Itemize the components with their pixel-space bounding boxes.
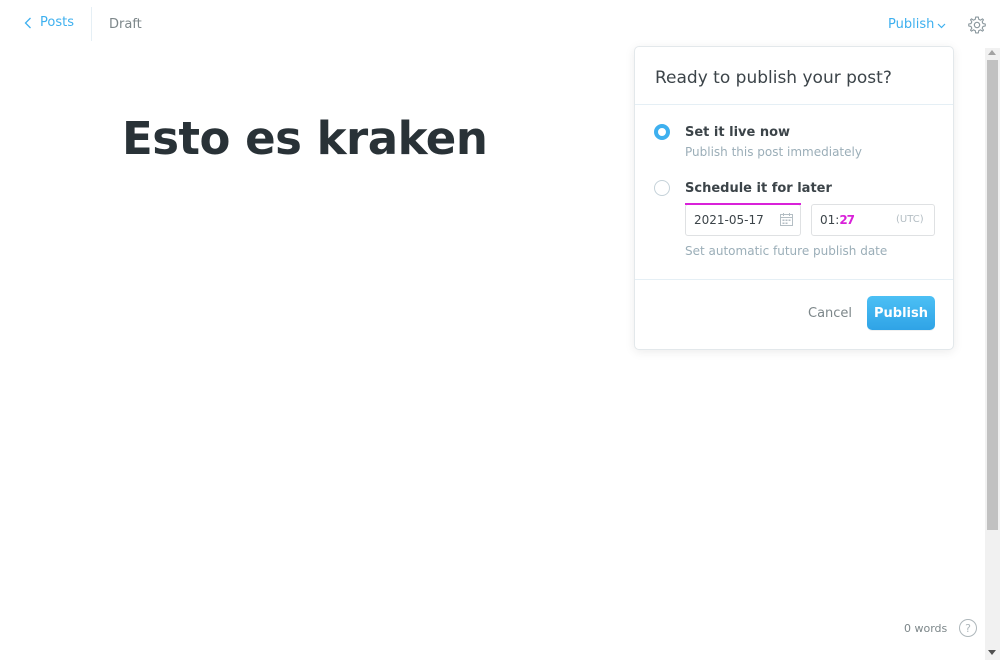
publish-now-description: Publish this post immediately: [685, 145, 862, 159]
gear-icon[interactable]: [967, 15, 987, 35]
popover-divider-top: [635, 104, 953, 105]
publish-time-hour: 01:: [820, 213, 840, 227]
publish-now-radio[interactable]: [654, 124, 670, 140]
publish-menu-trigger[interactable]: Publish: [888, 17, 946, 32]
schedule-hint: Set automatic future publish date: [685, 244, 888, 258]
editor-header: Posts Draft Publish: [0, 0, 1000, 48]
question-circle-icon[interactable]: ?: [959, 619, 977, 637]
chevron-down-icon: [937, 23, 946, 28]
publish-time-minutes: 27: [839, 213, 855, 227]
cancel-button[interactable]: Cancel: [808, 306, 852, 321]
publish-time-value: 01:27: [820, 213, 855, 227]
publish-time-input[interactable]: 01:27 (UTC): [811, 204, 935, 236]
publish-date-value: 2021-05-17: [694, 213, 764, 227]
chevron-left-icon: [24, 17, 31, 28]
schedule-later-radio[interactable]: [654, 180, 670, 196]
popover-title: Ready to publish your post?: [655, 68, 892, 88]
date-focus-indicator: [685, 203, 801, 205]
timezone-label: (UTC): [896, 214, 924, 225]
scroll-up-arrow[interactable]: [988, 50, 996, 55]
post-title[interactable]: Esto es kraken: [122, 112, 488, 165]
scroll-down-arrow[interactable]: [988, 650, 996, 655]
popover-divider-bottom: [635, 279, 953, 280]
word-count: 0 words: [904, 622, 948, 635]
calendar-icon[interactable]: [780, 213, 793, 226]
header-divider: [91, 7, 92, 41]
back-to-posts-link[interactable]: Posts: [24, 15, 74, 30]
help-label: ?: [965, 621, 971, 635]
publish-trigger-label: Publish: [888, 17, 935, 32]
scrollbar-thumb[interactable]: [987, 60, 998, 530]
publish-date-input[interactable]: 2021-05-17: [685, 203, 801, 236]
back-link-label: Posts: [40, 15, 74, 30]
publish-now-label[interactable]: Set it live now: [685, 125, 790, 140]
schedule-later-label[interactable]: Schedule it for later: [685, 181, 832, 196]
publish-button[interactable]: Publish: [867, 296, 935, 330]
publish-popover: Ready to publish your post? Set it live …: [634, 46, 954, 350]
post-status: Draft: [109, 17, 142, 32]
